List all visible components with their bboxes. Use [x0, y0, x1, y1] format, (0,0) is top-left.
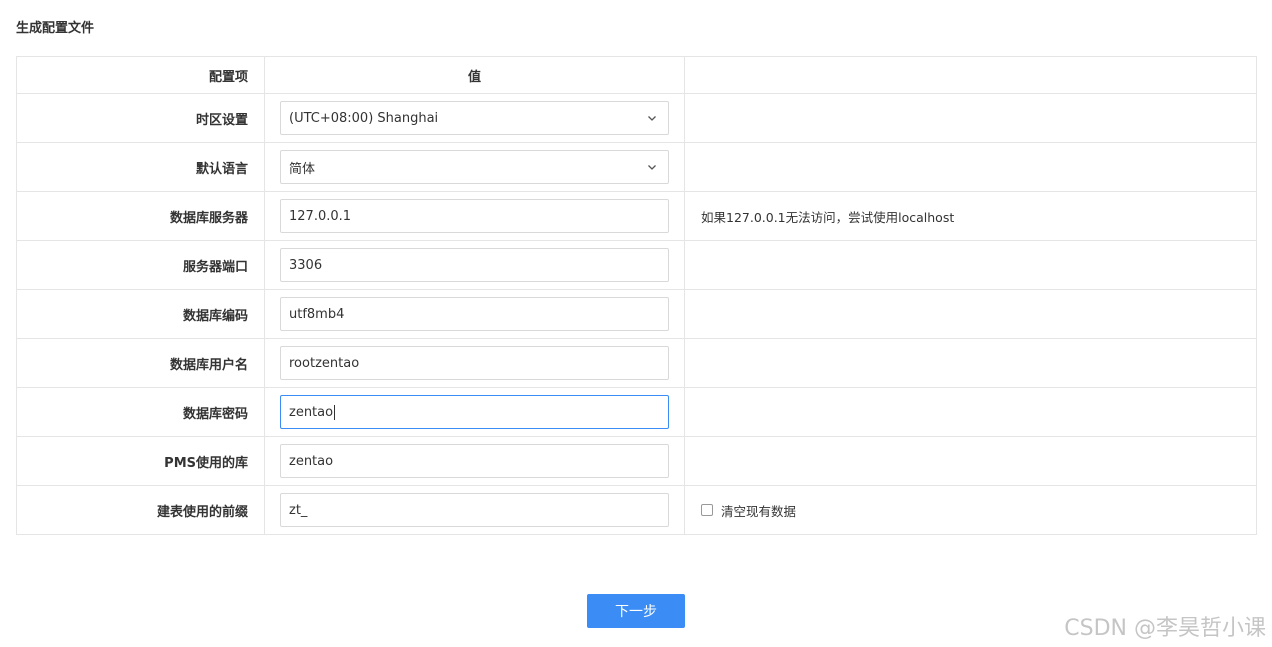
- db-host-value: 127.0.0.1: [289, 208, 352, 224]
- db-user-value: rootzentao: [289, 355, 360, 371]
- db-port-label: 服务器端口: [16, 240, 265, 290]
- db-user-label: 数据库用户名: [16, 338, 265, 388]
- pms-db-value: zentao: [289, 453, 334, 469]
- pms-db-label: PMS使用的库: [16, 436, 265, 486]
- clear-data-label: 清空现有数据: [721, 503, 797, 519]
- db-port-value: 3306: [289, 257, 323, 273]
- db-port-note: [684, 240, 1257, 290]
- pms-db-input[interactable]: zentao: [280, 444, 669, 478]
- db-encoding-note: [684, 289, 1257, 339]
- watermark: CSDN @李昊哲小课: [1064, 616, 1266, 641]
- table-row: 数据库服务器 127.0.0.1 如果127.0.0.1无法访问，尝试使用loc…: [16, 191, 1257, 241]
- db-password-note: [684, 387, 1257, 437]
- timezone-label: 时区设置: [16, 93, 265, 143]
- db-password-input[interactable]: zentao: [280, 395, 669, 429]
- clear-data-checkbox[interactable]: [701, 504, 713, 516]
- table-row: 数据库密码 zentao: [16, 387, 1257, 437]
- language-select-value: 简体: [289, 161, 316, 177]
- page-title: 生成配置文件: [16, 21, 95, 36]
- table-row: PMS使用的库 zentao: [16, 436, 1257, 486]
- db-host-input[interactable]: 127.0.0.1: [280, 199, 669, 233]
- db-host-label: 数据库服务器: [16, 191, 265, 241]
- db-user-input[interactable]: rootzentao: [280, 346, 669, 380]
- header-config-item: 配置项: [16, 56, 265, 94]
- next-step-button[interactable]: 下一步: [587, 594, 685, 628]
- chevron-down-icon: [648, 165, 656, 170]
- table-row: 建表使用的前缀 zt_ 清空现有数据: [16, 485, 1257, 535]
- db-host-hint: 如果127.0.0.1无法访问，尝试使用localhost: [684, 191, 1257, 241]
- table-header-row: 配置项 值: [16, 56, 1257, 94]
- db-port-input[interactable]: 3306: [280, 248, 669, 282]
- text-caret: [334, 404, 336, 420]
- timezone-note: [684, 93, 1257, 143]
- chevron-down-icon: [648, 116, 656, 121]
- install-config-page: 生成配置文件 配置项 值 时区设置 (UTC+08:00) Shanghai 默…: [0, 0, 1272, 647]
- db-encoding-label: 数据库编码: [16, 289, 265, 339]
- timezone-select[interactable]: (UTC+08:00) Shanghai: [280, 101, 669, 135]
- table-prefix-input[interactable]: zt_: [280, 493, 669, 527]
- config-table: 配置项 值 时区设置 (UTC+08:00) Shanghai 默认语言 简体: [16, 56, 1257, 535]
- clear-data-option[interactable]: 清空现有数据: [701, 501, 1240, 520]
- db-user-note: [684, 338, 1257, 388]
- db-encoding-input[interactable]: utf8mb4: [280, 297, 669, 331]
- db-encoding-value: utf8mb4: [289, 306, 345, 322]
- db-password-value: zentao: [289, 404, 334, 420]
- table-row: 数据库编码 utf8mb4: [16, 289, 1257, 339]
- table-row: 默认语言 简体: [16, 142, 1257, 192]
- language-select[interactable]: 简体: [280, 150, 669, 184]
- language-note: [684, 142, 1257, 192]
- timezone-select-value: (UTC+08:00) Shanghai: [289, 110, 439, 126]
- table-prefix-label: 建表使用的前缀: [16, 485, 265, 535]
- table-row: 数据库用户名 rootzentao: [16, 338, 1257, 388]
- db-password-label: 数据库密码: [16, 387, 265, 437]
- language-label: 默认语言: [16, 142, 265, 192]
- header-note: [684, 56, 1257, 94]
- pms-db-note: [684, 436, 1257, 486]
- table-row: 服务器端口 3306: [16, 240, 1257, 290]
- header-value: 值: [264, 56, 685, 94]
- table-prefix-value: zt_: [289, 502, 308, 518]
- table-row: 时区设置 (UTC+08:00) Shanghai: [16, 93, 1257, 143]
